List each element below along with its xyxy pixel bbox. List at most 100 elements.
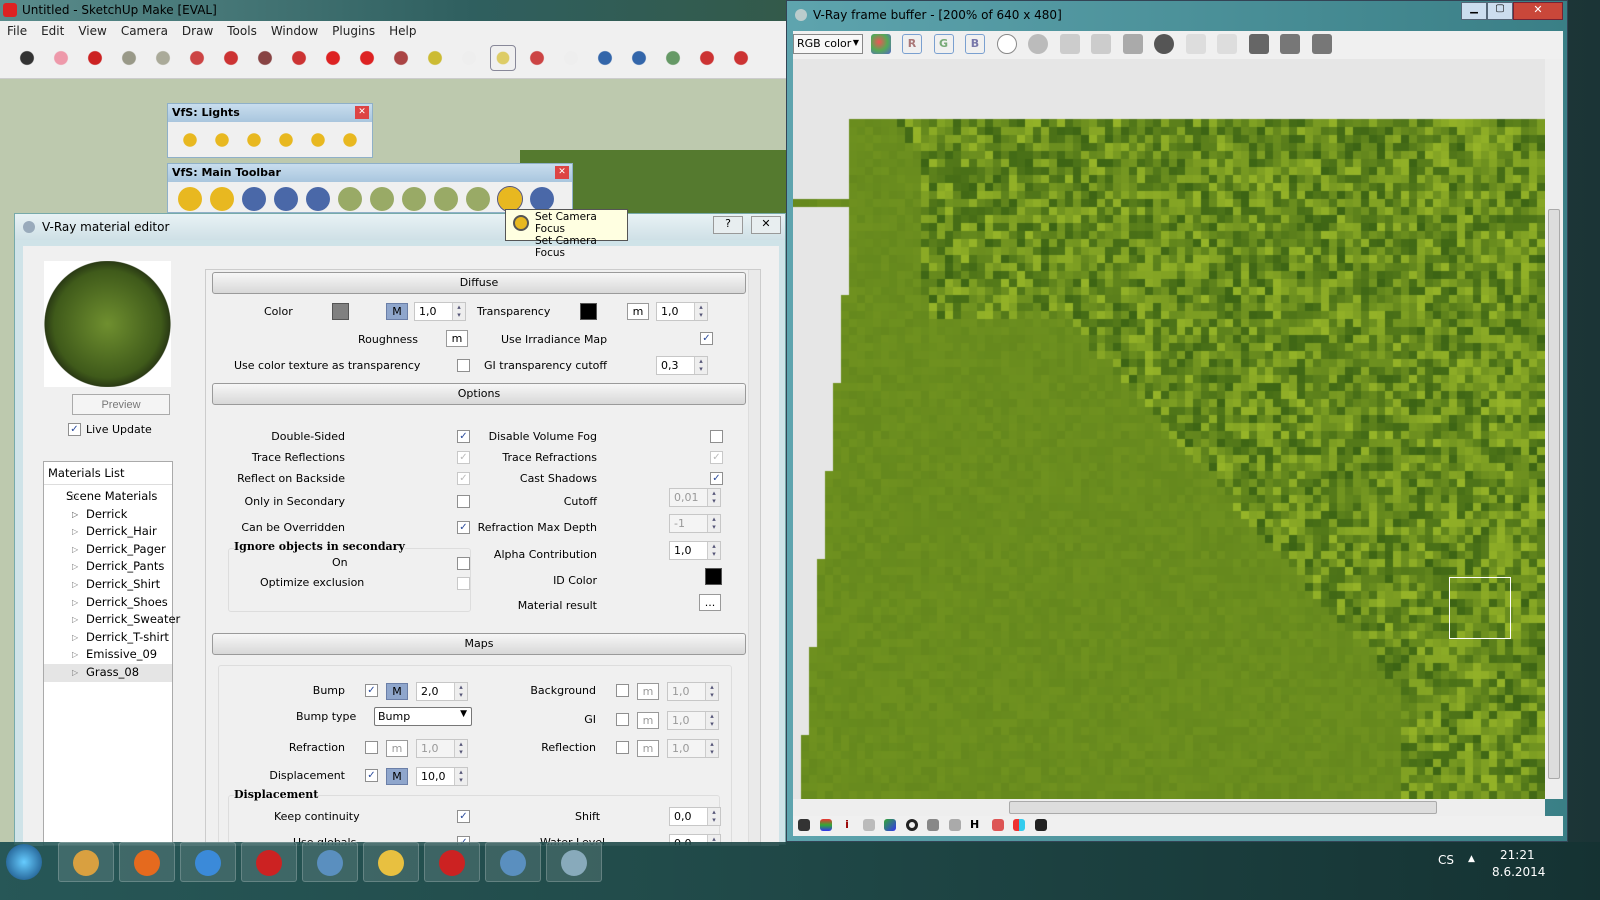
transparency-multiplier[interactable]: 1,0 xyxy=(656,302,708,321)
menu-view[interactable]: View xyxy=(71,21,113,41)
gi-map-button[interactable]: m xyxy=(637,712,659,729)
blue-channel-button[interactable]: B xyxy=(965,34,985,54)
green-channel-button[interactable]: G xyxy=(933,34,954,54)
alpha-input[interactable]: 1,0 xyxy=(669,541,721,560)
material-item[interactable]: Derrick_Pants xyxy=(44,558,172,576)
preview-button[interactable]: Preview xyxy=(72,394,170,415)
zoom-extents-tool-icon[interactable] xyxy=(626,45,652,71)
help-button-icon[interactable]: help xyxy=(306,187,330,211)
cast-shadows-checkbox[interactable]: ✓ xyxy=(710,472,723,485)
arc-tool-icon[interactable] xyxy=(218,45,244,71)
taskbar-paint[interactable] xyxy=(546,842,602,882)
can-override-checkbox[interactable]: ✓ xyxy=(457,521,470,534)
menu-window[interactable]: Window xyxy=(264,21,325,41)
map-tool-icon[interactable] xyxy=(660,45,686,71)
clock-time[interactable]: 21:21 xyxy=(1500,848,1535,862)
color-curve-icon[interactable] xyxy=(884,819,896,831)
menu-help[interactable]: Help xyxy=(382,21,423,41)
warehouse-tool-icon[interactable] xyxy=(694,45,720,71)
follow-me-tool-icon[interactable] xyxy=(286,45,312,71)
h-icon[interactable]: H xyxy=(970,819,982,831)
menu-file[interactable]: File xyxy=(0,21,34,41)
taskbar-chrome[interactable] xyxy=(180,842,236,882)
cutoff-input[interactable]: 0,01 xyxy=(669,488,721,507)
maps-header[interactable]: Maps xyxy=(212,633,746,655)
id-color-swatch[interactable] xyxy=(705,568,722,585)
material-item[interactable]: Derrick_Shirt xyxy=(44,576,172,594)
rt-button-icon[interactable]: RT xyxy=(274,187,298,211)
rectangle-light-icon[interactable] xyxy=(212,130,232,150)
bump-map-checkbox[interactable]: ✓ xyxy=(365,684,378,697)
compare-icon[interactable] xyxy=(1248,34,1269,54)
spot-light-icon[interactable] xyxy=(244,130,264,150)
save-icon[interactable] xyxy=(1059,34,1080,54)
refraction-multiplier[interactable]: 1,0 xyxy=(416,739,468,758)
pan-tool-icon[interactable] xyxy=(558,45,584,71)
trace-reflections-checkbox[interactable]: ✓ xyxy=(457,451,470,464)
reflection-map-checkbox[interactable] xyxy=(616,741,629,754)
red-channel-button[interactable]: R xyxy=(902,34,922,54)
paint-bucket-tool-icon[interactable] xyxy=(490,45,516,71)
camera-focus-button-icon[interactable]: camera-focus xyxy=(497,186,523,212)
m-button-icon[interactable]: M xyxy=(178,187,202,211)
tape-measure-tool-icon[interactable] xyxy=(422,45,448,71)
minimize-button[interactable]: ▁ xyxy=(1461,2,1487,20)
display-correction-icon[interactable] xyxy=(798,819,810,831)
menu-plugins[interactable]: Plugins xyxy=(325,21,382,41)
live-update-checkbox[interactable]: ✓ xyxy=(68,423,81,436)
taskbar-opera[interactable] xyxy=(241,842,297,882)
tray-arrow-icon[interactable]: ▲ xyxy=(1468,854,1475,864)
taskbar-sketchup[interactable] xyxy=(424,842,480,882)
displacement-map-button[interactable]: M xyxy=(386,768,408,785)
transparency-swatch[interactable] xyxy=(580,303,597,320)
levels-icon[interactable] xyxy=(819,819,832,831)
color-multiplier[interactable]: 1,0 xyxy=(414,302,466,321)
srgb-icon[interactable] xyxy=(927,819,939,831)
infinite-plane-button-icon[interactable]: infinite-plane xyxy=(402,187,426,211)
settings-scrollbar[interactable] xyxy=(748,270,760,845)
save-all-icon[interactable] xyxy=(1091,34,1111,54)
material-item[interactable]: Derrick_Hair xyxy=(44,523,172,541)
stereo-icon[interactable] xyxy=(1013,819,1025,831)
orbit-tool-icon[interactable] xyxy=(524,45,550,71)
material-item[interactable]: Derrick_T-shirt xyxy=(44,629,172,647)
reflection-multiplier[interactable]: 1,0 xyxy=(667,739,719,758)
rectangle-tool-icon[interactable] xyxy=(116,45,142,71)
ab-vertical-icon[interactable] xyxy=(1311,34,1332,54)
language-indicator[interactable]: CS xyxy=(1438,853,1454,867)
scale-tool-icon[interactable] xyxy=(388,45,414,71)
omni-light-icon[interactable] xyxy=(180,130,200,150)
use-color-texture-checkbox[interactable] xyxy=(457,359,470,372)
keep-continuity-checkbox[interactable]: ✓ xyxy=(457,810,470,823)
gi-cutoff-input[interactable]: 0,3 xyxy=(656,356,708,375)
taskbar-mail[interactable] xyxy=(363,842,419,882)
transparency-map-button[interactable]: m xyxy=(627,303,649,320)
refraction-depth-input[interactable]: -1 xyxy=(669,514,721,533)
gi-map-checkbox[interactable] xyxy=(616,713,629,726)
track-mouse-icon[interactable] xyxy=(1185,34,1206,54)
material-item[interactable]: Derrick xyxy=(44,506,172,524)
polygon-tool-icon[interactable] xyxy=(184,45,210,71)
reflect-backside-checkbox[interactable]: ✓ xyxy=(457,472,470,485)
vertical-scrollbar[interactable] xyxy=(1545,59,1563,799)
light-gen-button-icon[interactable]: light-gen xyxy=(338,187,362,211)
lut-icon[interactable] xyxy=(948,819,961,831)
clock-date[interactable]: 8.6.2014 xyxy=(1492,865,1545,879)
mono-icon[interactable] xyxy=(1028,34,1048,54)
options-header[interactable]: Options xyxy=(212,383,746,405)
bump-multiplier[interactable]: 2,0 xyxy=(416,682,468,701)
proxy-export-button-icon[interactable]: proxy-export xyxy=(434,187,458,211)
start-button[interactable] xyxy=(6,844,42,880)
push-pull-tool-icon[interactable] xyxy=(252,45,278,71)
select-tool-icon[interactable] xyxy=(14,45,40,71)
background-multiplier[interactable]: 1,0 xyxy=(667,682,719,701)
on-checkbox[interactable] xyxy=(457,557,470,570)
text-tool-icon[interactable] xyxy=(456,45,482,71)
bump-type-select[interactable]: Bump ▼ xyxy=(374,707,472,726)
eraser-tool-icon[interactable] xyxy=(48,45,74,71)
color-map-button[interactable]: M xyxy=(386,303,408,320)
clear-icon[interactable] xyxy=(1154,34,1174,54)
pencil-tool-icon[interactable] xyxy=(82,45,108,71)
menu-draw[interactable]: Draw xyxy=(175,21,220,41)
circle-tool-icon[interactable] xyxy=(150,45,176,71)
